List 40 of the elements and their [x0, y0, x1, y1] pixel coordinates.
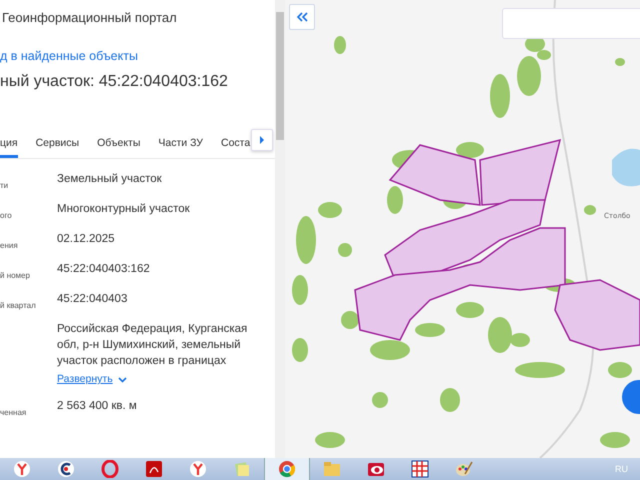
field-value: 02.12.2025	[57, 232, 116, 247]
tab[interactable]: ция	[0, 137, 18, 158]
collapse-panel-button[interactable]	[289, 4, 315, 30]
field-value: 2 563 400 кв. м	[57, 399, 138, 414]
notes-icon	[233, 460, 251, 478]
eye-icon	[367, 460, 385, 478]
tab[interactable]: Соста	[220, 137, 250, 158]
folder-icon	[323, 460, 341, 478]
double-chevron-left-icon	[296, 12, 308, 22]
parcel-heading: ный участок: 45:22:040403:162	[0, 73, 229, 91]
field-label: ченная	[0, 408, 26, 417]
tab[interactable]: Сервисы	[36, 137, 80, 158]
app-icon	[13, 460, 31, 478]
app-icon	[57, 460, 75, 478]
field-label: ения	[0, 241, 18, 250]
field-label: ого	[0, 211, 12, 220]
grid-icon	[411, 460, 429, 478]
palette-icon	[455, 460, 473, 478]
document-icon	[145, 460, 163, 478]
app-icon	[189, 460, 207, 478]
field-value: Земельный участок	[57, 172, 163, 187]
back-link[interactable]: д в найденные объекты	[0, 49, 275, 63]
field-value: Российская Федерация, Курганская обл, р-н Шумихинский, земельный участок расположен в границах	[57, 322, 248, 369]
scrollbar-thumb[interactable]	[276, 12, 284, 140]
expand-link[interactable]: Развернуть	[57, 373, 113, 385]
portal-title: Геоинформационный портал	[2, 10, 178, 25]
app-icon	[101, 460, 119, 478]
right-arrow-icon	[259, 136, 265, 144]
browser-icon	[278, 460, 296, 478]
field-label: ти	[0, 181, 8, 190]
chevron-down-icon	[118, 377, 127, 383]
field-label: й квартал	[0, 301, 36, 310]
field-value: 45:22:040403	[57, 292, 128, 307]
tab[interactable]: Части ЗУ	[158, 137, 203, 158]
field-value: Многоконтурный участок	[57, 202, 191, 217]
search-field[interactable]	[502, 8, 640, 39]
field-label: й номер	[0, 271, 30, 280]
tab[interactable]: Объекты	[97, 137, 140, 158]
field-value: 45:22:040403:162	[57, 262, 151, 277]
next-tab-button[interactable]	[251, 129, 273, 151]
